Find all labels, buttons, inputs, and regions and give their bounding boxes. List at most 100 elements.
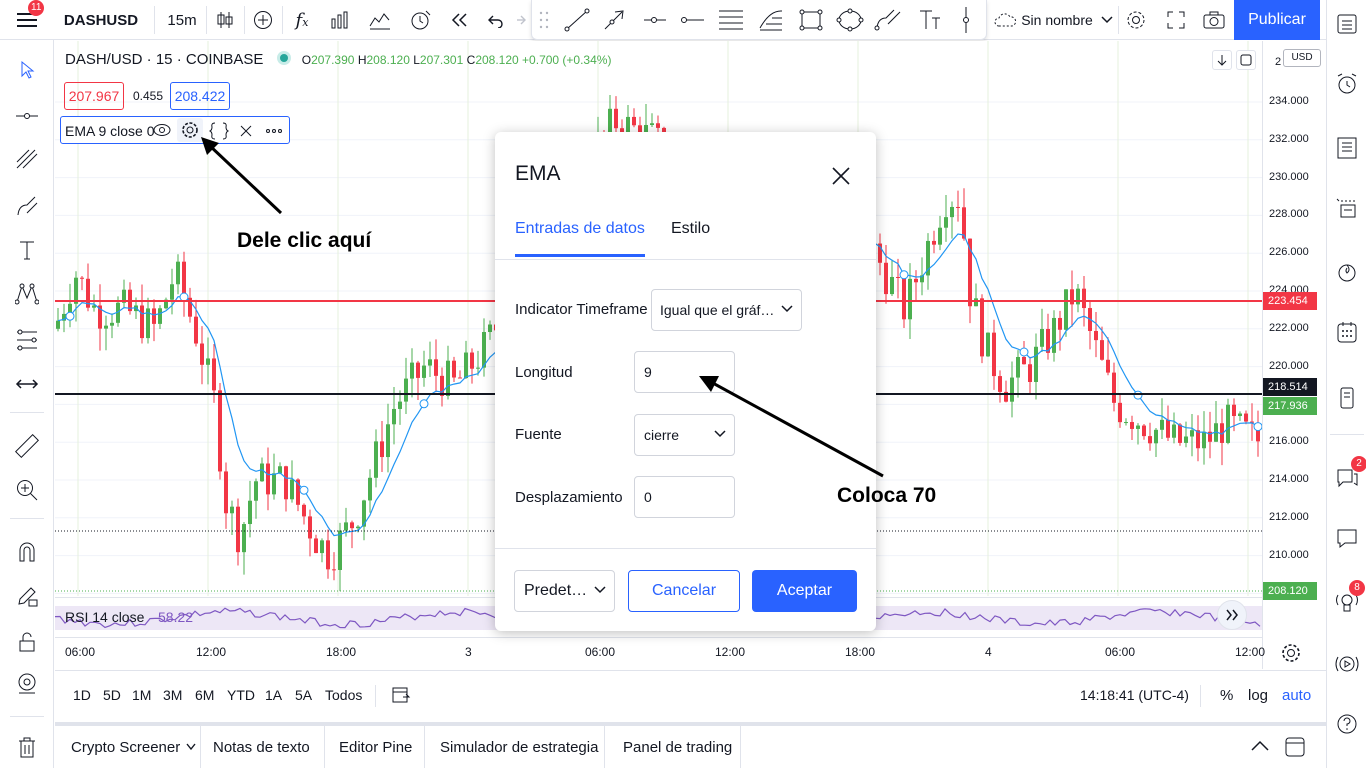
range-button-1m[interactable]: 1M <box>132 687 151 703</box>
timeframe-select[interactable]: Igual que el gráf… <box>651 289 802 331</box>
range-button-1a[interactable]: 1A <box>265 687 282 703</box>
measure-tool[interactable] <box>0 366 54 402</box>
data-window-button[interactable] <box>1327 128 1366 168</box>
fullscreen-button[interactable] <box>1158 0 1194 40</box>
line-tool[interactable] <box>0 98 54 134</box>
range-button-5d[interactable]: 5D <box>103 687 121 703</box>
time-axis[interactable]: 06:00 12:00 18:00 3 06:00 12:00 18:00 4 06:00 12:… <box>55 637 1265 669</box>
log-scale-toggle[interactable]: log <box>1248 687 1268 704</box>
interval-button[interactable]: 15m <box>160 0 204 40</box>
clock-timezone[interactable]: 14:18:41 (UTC-4) <box>1080 687 1189 703</box>
drag-handle-icon[interactable] <box>538 10 550 30</box>
lock-drawings-mode[interactable] <box>0 578 54 614</box>
indicators-button[interactable]: fx <box>284 0 320 40</box>
zoom-tool[interactable] <box>0 472 54 508</box>
financials-button[interactable] <box>322 0 358 40</box>
defaults-dropdown[interactable]: Predet… <box>514 570 615 612</box>
chevron-up-icon[interactable] <box>1251 740 1269 752</box>
goto-date-icon[interactable] <box>391 685 411 705</box>
remove-drawings-button[interactable] <box>0 730 54 766</box>
live-stream-button[interactable] <box>1327 644 1366 684</box>
trend-line-icon[interactable] <box>564 8 590 32</box>
scroll-to-realtime-button[interactable] <box>1217 600 1247 630</box>
ruler-tool[interactable] <box>0 428 54 464</box>
pitchfork-tool[interactable] <box>0 140 54 176</box>
range-button-1d[interactable]: 1D <box>73 687 91 703</box>
undo-button[interactable] <box>480 0 510 40</box>
settings-button[interactable] <box>1120 0 1152 40</box>
watchlist-button[interactable] <box>1327 4 1366 44</box>
ideas-stream-button[interactable] <box>1327 378 1366 418</box>
range-button-todos[interactable]: Todos <box>325 687 362 703</box>
layout-name-button[interactable]: Sin nombre <box>990 0 1116 40</box>
brush-icon[interactable] <box>874 8 902 32</box>
rectangle-icon[interactable] <box>798 8 824 32</box>
maximize-panel-icon[interactable] <box>1285 737 1305 757</box>
symbol-search[interactable]: DASHUSD <box>56 0 146 40</box>
replay-button[interactable] <box>442 0 478 40</box>
accept-button[interactable]: Aceptar <box>752 570 857 612</box>
offset-input[interactable]: 0 <box>634 476 735 518</box>
tab-strategy-tester[interactable]: Simulador de estrategia <box>425 726 605 768</box>
rsi-label[interactable]: RSI 14 close <box>65 609 144 625</box>
alert-button[interactable] <box>402 0 438 40</box>
tab-inputs[interactable]: Entradas de datos <box>515 220 645 257</box>
fib-channel-icon[interactable] <box>758 8 784 32</box>
tab-pine-editor[interactable]: Editor Pine <box>325 726 425 768</box>
timeframe-label: Indicator Timeframe <box>515 301 648 318</box>
scroll-down-button[interactable] <box>1212 50 1232 70</box>
ellipse-icon[interactable] <box>836 8 864 32</box>
eye-icon[interactable] <box>153 122 171 138</box>
templates-button[interactable] <box>362 0 398 40</box>
market-status-dot[interactable] <box>279 54 288 62</box>
range-button-5a[interactable]: 5A <box>295 687 312 703</box>
calendar-button[interactable] <box>1327 252 1366 292</box>
cancel-button[interactable]: Cancelar <box>628 570 740 612</box>
candle-style-button[interactable] <box>208 0 242 40</box>
arrow-line-icon[interactable] <box>602 8 628 32</box>
prediction-tool[interactable] <box>0 322 54 358</box>
tab-crypto-screener[interactable]: Crypto Screener <box>55 726 201 768</box>
range-button-ytd[interactable]: YTD <box>227 687 255 703</box>
percent-scale-toggle[interactable]: % <box>1220 687 1233 704</box>
compare-button[interactable] <box>246 0 280 40</box>
brush-tool[interactable] <box>0 188 54 224</box>
publish-button[interactable]: Publicar <box>1234 0 1320 40</box>
horizontal-line-icon[interactable] <box>680 8 706 32</box>
legend-title[interactable]: DASH/USD · 15 · COINBASE <box>65 51 263 68</box>
buy-price-box[interactable]: 208.422 <box>170 82 230 110</box>
help-button[interactable] <box>1327 704 1366 744</box>
currency-unit-label[interactable]: USD <box>1283 49 1321 67</box>
fib-retracement-icon[interactable] <box>718 8 744 32</box>
vertical-line-icon[interactable] <box>956 6 976 34</box>
economic-calendar-button[interactable] <box>1327 312 1366 352</box>
horizontal-ray-icon[interactable] <box>642 8 668 32</box>
more-options-icon[interactable] <box>265 128 283 134</box>
cursor-tool[interactable] <box>0 52 54 88</box>
private-chats-button[interactable] <box>1327 518 1366 558</box>
alerts-button[interactable] <box>1327 64 1366 104</box>
hotlists-button[interactable] <box>1327 188 1366 228</box>
close-icon[interactable] <box>831 166 851 186</box>
auto-scale-toggle[interactable]: auto <box>1282 687 1311 704</box>
redo-button[interactable] <box>508 0 532 40</box>
text-tool-icon[interactable] <box>916 8 942 32</box>
tab-text-notes[interactable]: Notas de texto <box>201 726 325 768</box>
price-axis[interactable]: 2 USD 234.000 232.000 230.000 228.000 226.00… <box>1262 41 1326 669</box>
range-button-6m[interactable]: 6M <box>195 687 214 703</box>
tab-trading-panel[interactable]: Panel de trading <box>605 726 741 768</box>
pattern-tool[interactable] <box>0 276 54 312</box>
sell-price-box[interactable]: 207.967 <box>64 82 124 110</box>
tab-style[interactable]: Estilo <box>671 220 710 238</box>
screenshot-button[interactable] <box>1196 0 1232 40</box>
text-tool[interactable] <box>0 232 54 268</box>
range-button-3m[interactable]: 3M <box>163 687 182 703</box>
magnet-tool[interactable] <box>0 534 54 570</box>
lock-button[interactable] <box>0 624 54 660</box>
menu-button[interactable]: 11 <box>0 0 54 40</box>
hide-drawings-button[interactable] <box>0 666 54 702</box>
maximize-pane-button[interactable] <box>1236 50 1256 70</box>
chats-button[interactable]: 2 <box>1327 456 1366 498</box>
notifications-button[interactable]: 8 <box>1327 580 1366 622</box>
chart-settings-button[interactable] <box>1280 642 1302 669</box>
